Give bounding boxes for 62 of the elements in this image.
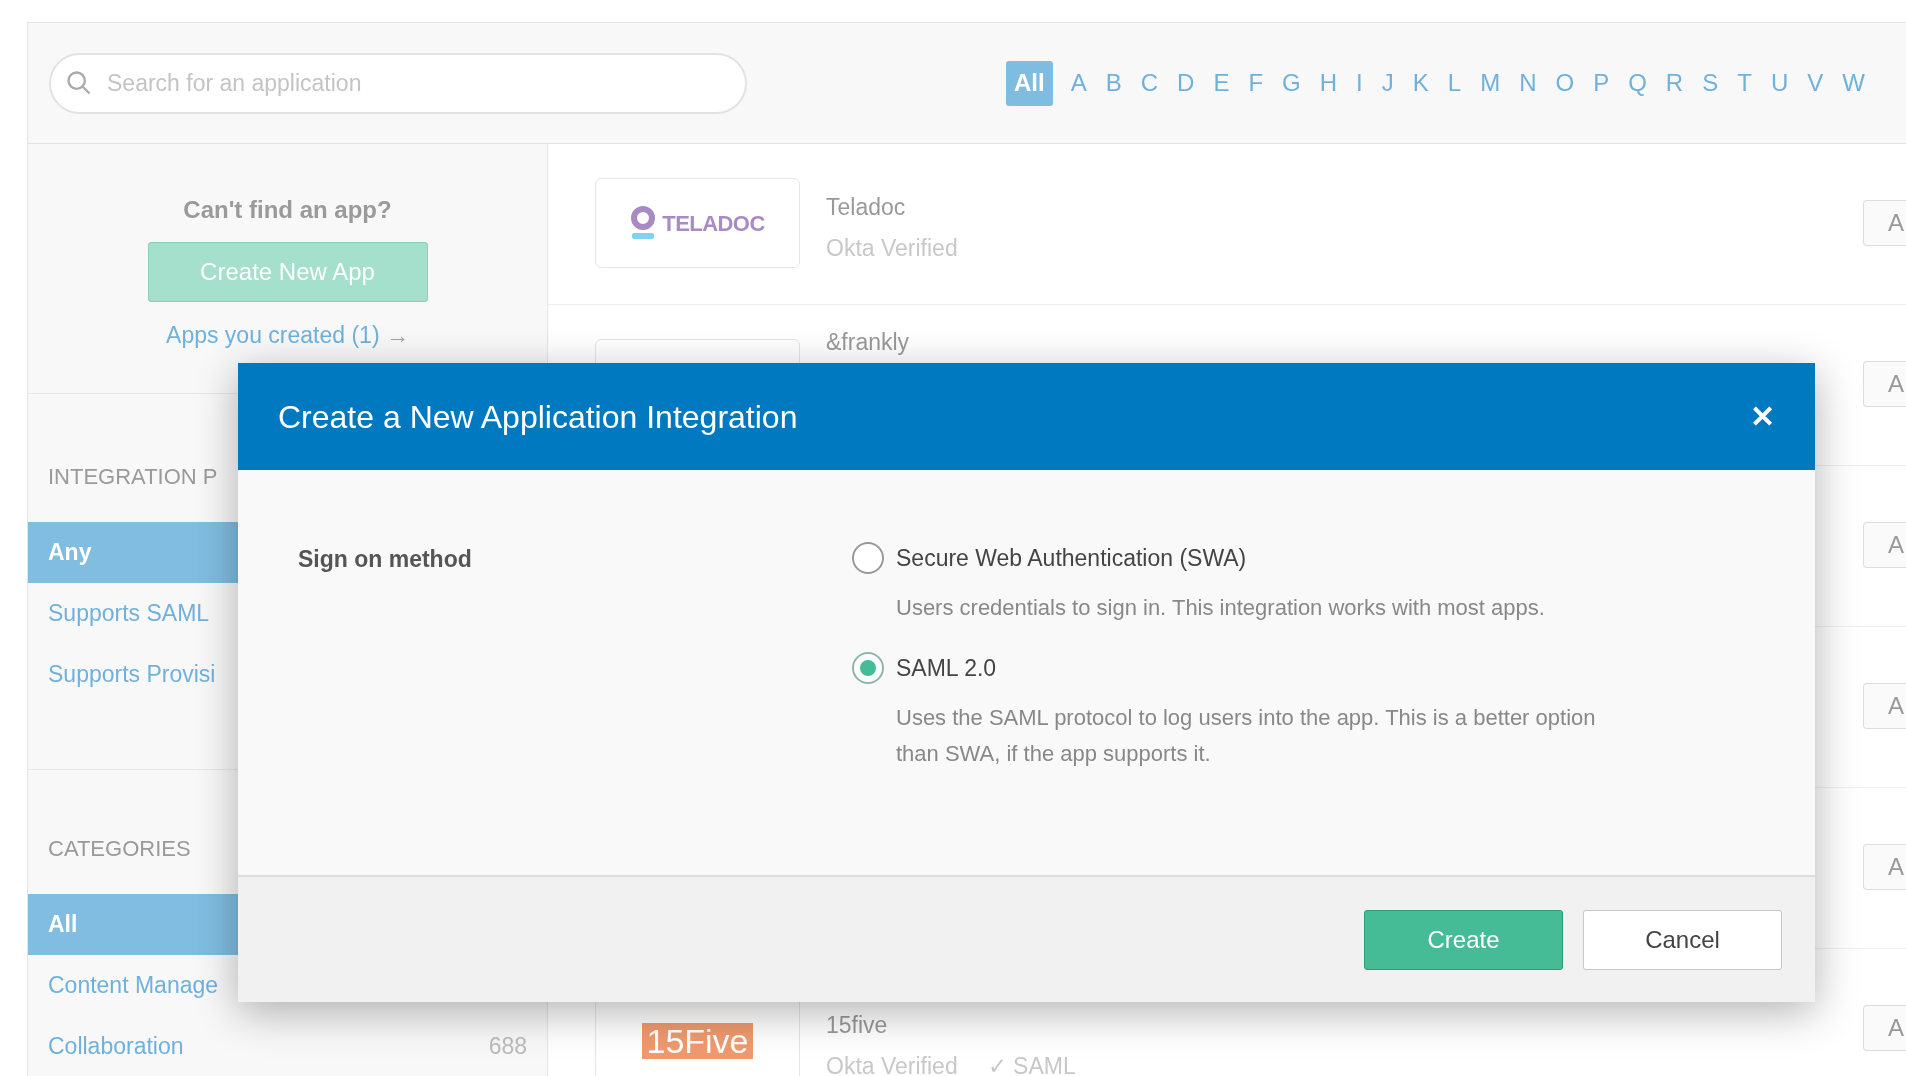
add-button[interactable]: A — [1863, 522, 1906, 568]
section-heading: INTEGRATION P — [47, 463, 219, 491]
section-heading: CATEGORIES — [47, 835, 192, 863]
search-field[interactable]: Search for an application — [49, 52, 747, 114]
letter-filter[interactable]: I — [1355, 60, 1364, 106]
app-name: &frankly — [826, 329, 911, 355]
filter-label: All — [48, 910, 78, 940]
option-description: Uses the SAML protocol to log users into the app. This is a better option than SWA, if the app supports it. — [896, 704, 1597, 768]
radio-button[interactable] — [852, 652, 884, 684]
letter-filter[interactable]: S — [1701, 60, 1720, 106]
letter-filter[interactable]: K — [1411, 60, 1430, 106]
letter-filter[interactable]: D — [1176, 60, 1196, 106]
logo-text: TELADOC — [662, 209, 765, 238]
letter-filter[interactable]: G — [1281, 60, 1302, 106]
letter-filter[interactable]: P — [1592, 60, 1611, 106]
letter-filter[interactable]: L — [1446, 60, 1463, 106]
letter-filter[interactable]: W — [1841, 60, 1866, 106]
letter-filter[interactable]: A — [1069, 60, 1088, 106]
letter-filter[interactable]: T — [1736, 60, 1753, 106]
letter-filter[interactable]: All — [1006, 60, 1053, 106]
option-label: SAML 2.0 — [896, 654, 998, 683]
letter-filter[interactable]: C — [1139, 60, 1160, 106]
filter-label: Supports SAML — [48, 599, 210, 629]
filter-label: Collaboration — [48, 1032, 184, 1062]
filter-label: Content Manage — [48, 971, 219, 1001]
apps-created-link[interactable]: Apps you created (1) → — [166, 318, 409, 353]
prompt-text: Can't find an app? — [183, 195, 392, 225]
filter-label: Any — [48, 538, 92, 568]
field-label: Sign on method — [298, 546, 472, 572]
letter-filter[interactable]: B — [1104, 60, 1123, 106]
letter-filter[interactable]: H — [1318, 60, 1339, 106]
letter-filter[interactable]: J — [1380, 60, 1395, 106]
close-button[interactable]: ✕ — [1750, 394, 1775, 439]
add-button[interactable]: A — [1863, 683, 1906, 729]
letter-filter[interactable]: O — [1554, 60, 1576, 106]
letter-filter[interactable]: R — [1664, 60, 1685, 106]
radio-button[interactable] — [852, 542, 884, 574]
add-button[interactable]: A — [1863, 361, 1906, 407]
letter-filter[interactable]: N — [1518, 60, 1538, 106]
search-icon — [65, 68, 93, 97]
letter-filter[interactable]: U — [1769, 60, 1790, 106]
filter-count: 688 — [488, 1032, 527, 1062]
filter-label: Supports Provisi — [48, 660, 216, 690]
dialog-title: Create a New Application Integration — [278, 397, 798, 437]
add-button[interactable]: A — [1863, 844, 1906, 890]
option-label: Secure Web Authentication (SWA) — [896, 544, 1248, 573]
add-button[interactable]: A — [1863, 200, 1906, 246]
letter-filter[interactable]: F — [1247, 60, 1265, 106]
pin-icon — [630, 206, 657, 240]
filter-item[interactable]: Collaboration 688 — [28, 1016, 547, 1076]
add-button[interactable]: A — [1863, 1005, 1906, 1051]
create-new-app-button[interactable]: Create New App — [147, 242, 428, 302]
logo-text: 15Five — [642, 1023, 753, 1059]
app-name: 15five — [826, 1011, 889, 1040]
create-button[interactable]: Create — [1364, 909, 1563, 970]
letter-filter[interactable]: V — [1806, 60, 1825, 106]
cancel-button[interactable]: Cancel — [1583, 909, 1782, 970]
app-name: Teladoc — [826, 193, 907, 222]
letter-filter[interactable]: E — [1212, 60, 1231, 106]
letter-filter[interactable]: M — [1479, 60, 1502, 106]
letter-filter[interactable]: Q — [1627, 60, 1648, 106]
option-description: Users credentials to sign in. This integration works with most apps. — [896, 594, 1546, 622]
